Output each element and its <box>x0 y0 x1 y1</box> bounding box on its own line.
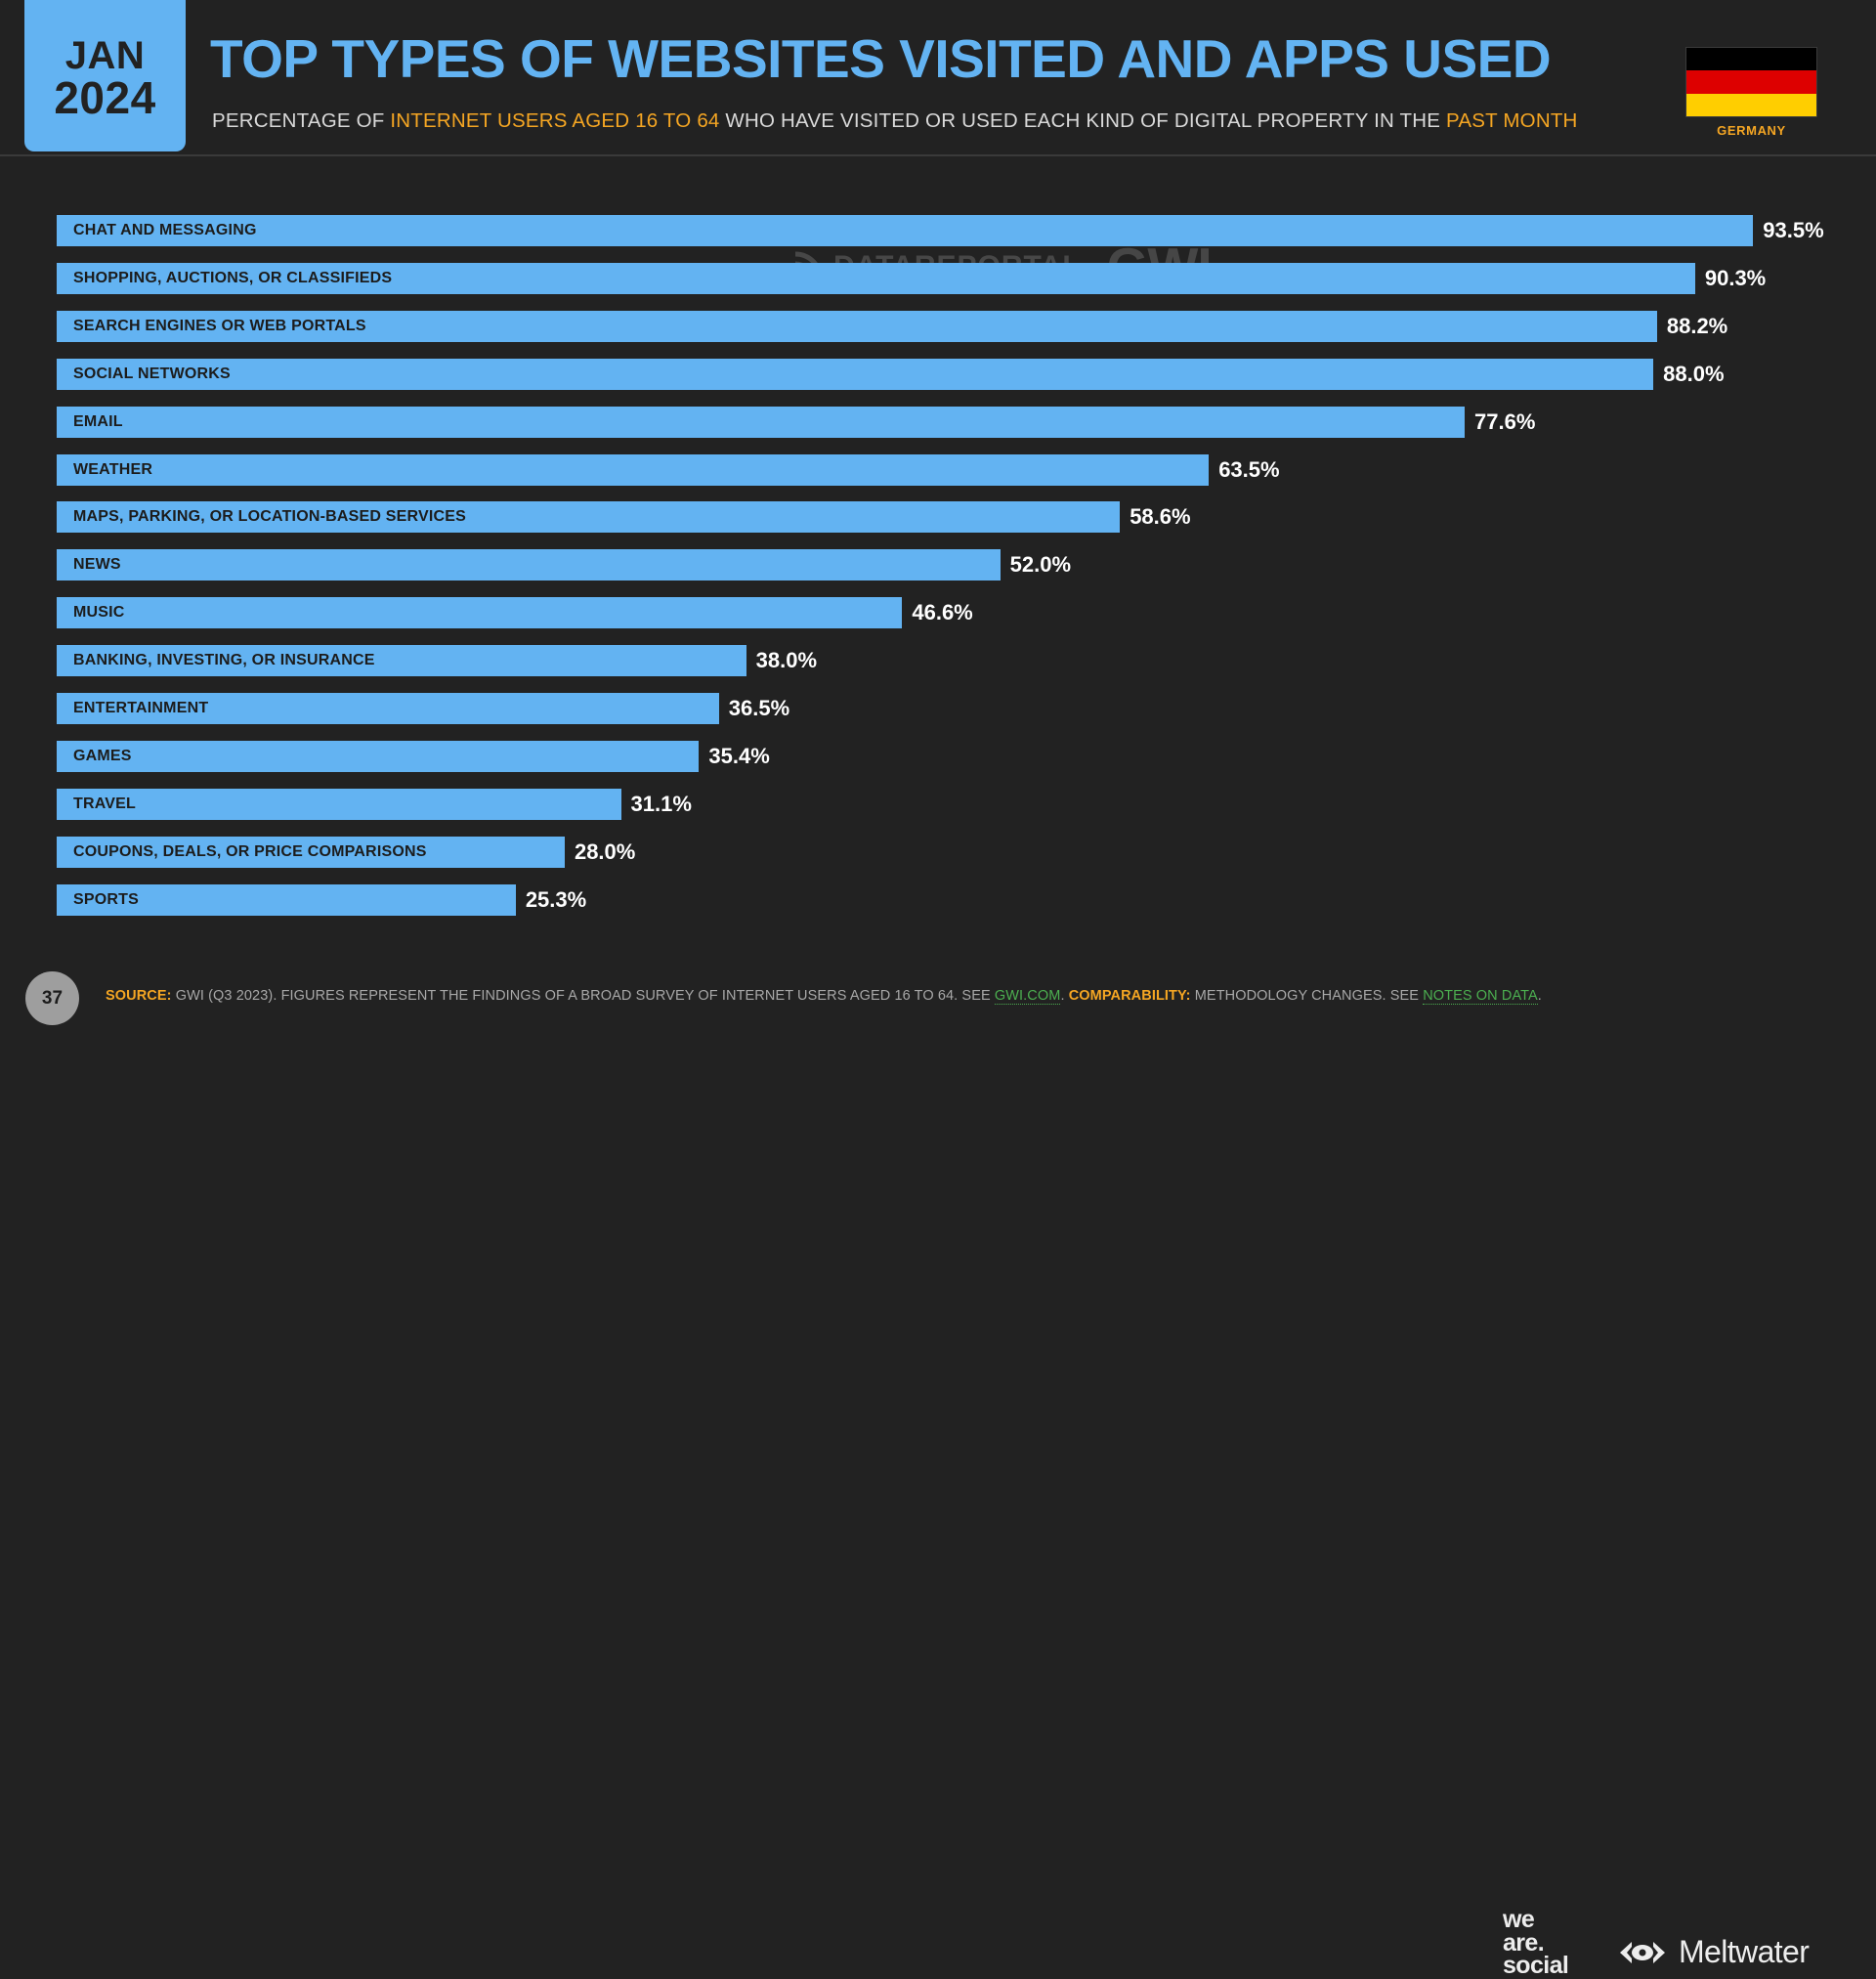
bar-category-label: MAPS, PARKING, OR LOCATION-BASED SERVICE… <box>73 508 467 526</box>
meltwater-logo: Meltwater <box>1617 1934 1810 1970</box>
page-footer: 37 SOURCE: GWI (Q3 2023). FIGURES REPRES… <box>0 953 1876 1977</box>
bar-value-label: 38.0% <box>755 648 818 673</box>
meltwater-wordmark: Meltwater <box>1679 1934 1810 1969</box>
meltwater-eye-icon <box>1620 1941 1665 1963</box>
source-separator: . <box>1060 988 1069 1004</box>
bar-value-label: 88.0% <box>1663 361 1725 386</box>
bar-category-label: COUPONS, DEALS, OR PRICE COMPARISONS <box>73 842 427 860</box>
bar-category-label: TRAVEL <box>73 795 137 812</box>
bar-category-label: MUSIC <box>73 604 125 622</box>
bar-category-label: BANKING, INVESTING, OR INSURANCE <box>73 652 375 669</box>
bar-value-label: 25.3% <box>525 886 587 912</box>
bar-value-label: 88.2% <box>1666 313 1728 338</box>
bar: EMAIL <box>57 406 1466 438</box>
we-are-social-logo: we are. social <box>1503 1906 1569 1979</box>
bar-value-label: 90.3% <box>1704 265 1767 290</box>
bar-value-label: 36.5% <box>728 696 790 720</box>
bar-category-label: SEARCH ENGINES OR WEB PORTALS <box>73 317 366 334</box>
notes-on-data-link[interactable]: NOTES ON DATA <box>1423 988 1538 1005</box>
bar-value-label: 46.6% <box>912 600 973 625</box>
source-label: SOURCE: <box>106 988 172 1004</box>
bar: WEATHER <box>57 453 1210 486</box>
bar-value-label: 28.0% <box>574 839 636 864</box>
bar-category-label: SHOPPING, AUCTIONS, OR CLASSIFIEDS <box>73 269 393 286</box>
bar-category-label: ENTERTAINMENT <box>73 700 209 716</box>
bar: TRAVEL <box>57 788 621 820</box>
bar-category-label: EMAIL <box>73 412 123 430</box>
comparability-body: METHODOLOGY CHANGES. SEE <box>1190 988 1424 1004</box>
bar-value-label: 77.6% <box>1474 409 1536 434</box>
bar: NEWS <box>57 549 1001 581</box>
bar: GAMES <box>57 740 700 772</box>
bar-chart: CHAT AND MESSAGING 93.5% SHOPPING, AUCTION… <box>0 0 1876 1055</box>
we-are-social-line-2: are. <box>1503 1928 1545 1957</box>
bar-value-label: 63.5% <box>1218 456 1280 482</box>
bar-value-label: 35.4% <box>708 743 770 768</box>
source-note: SOURCE: GWI (Q3 2023). FIGURES REPRESENT… <box>106 988 1542 1005</box>
source-body: GWI (Q3 2023). FIGURES REPRESENT THE FIN… <box>171 988 995 1004</box>
gwi-link[interactable]: GWI.COM <box>994 988 1061 1005</box>
bar: SHOPPING, AUCTIONS, OR CLASSIFIEDS <box>57 262 1695 294</box>
bar-value-label: 93.5% <box>1763 218 1824 242</box>
bar: MAPS, PARKING, OR LOCATION-BASED SERVICE… <box>57 501 1121 534</box>
bar-category-label: CHAT AND MESSAGING <box>73 222 257 238</box>
bar: COUPONS, DEALS, OR PRICE COMPARISONS <box>57 836 565 868</box>
bar: MUSIC <box>57 597 903 629</box>
bar-category-label: SPORTS <box>73 890 139 908</box>
bar-category-label: WEATHER <box>73 460 153 478</box>
bar: SPORTS <box>57 883 516 916</box>
we-are-social-line-1: we <box>1503 1906 1535 1933</box>
bar: CHAT AND MESSAGING <box>57 215 1754 246</box>
comparability-label: COMPARABILITY: <box>1068 988 1191 1004</box>
bar: ENTERTAINMENT <box>57 693 719 724</box>
we-are-social-line-3: social <box>1503 1952 1569 1979</box>
page-number-badge: 37 <box>25 971 79 1025</box>
bar-value-label: 52.0% <box>1009 552 1072 578</box>
bar-value-label: 58.6% <box>1130 504 1191 530</box>
bar-value-label: 31.1% <box>630 791 692 816</box>
bar-category-label: NEWS <box>73 556 121 574</box>
source-end: . <box>1537 988 1542 1004</box>
bar-category-label: SOCIAL NETWORKS <box>73 365 231 382</box>
bar-category-label: GAMES <box>73 747 132 764</box>
bar: SOCIAL NETWORKS <box>57 358 1654 390</box>
bar: BANKING, INVESTING, OR INSURANCE <box>57 645 746 677</box>
bar: SEARCH ENGINES OR WEB PORTALS <box>57 310 1657 342</box>
